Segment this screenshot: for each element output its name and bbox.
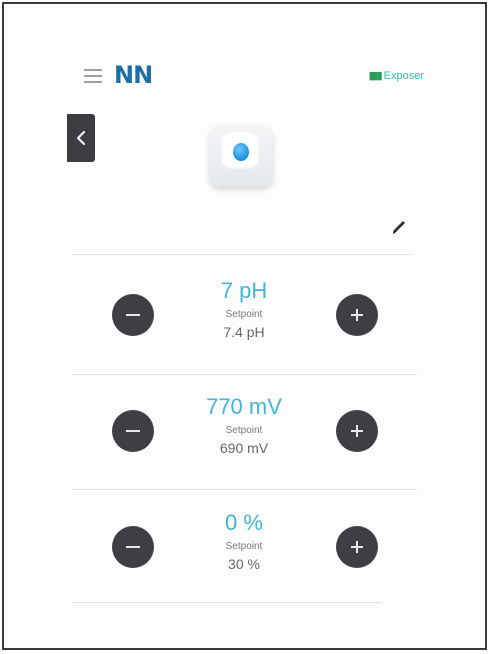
top-bar: NN ▮▮▮ Exposer xyxy=(84,61,424,92)
signal-icon: ▮▮▮ xyxy=(368,70,382,82)
setpoint-label: Setpoint xyxy=(225,541,263,552)
reading-row-ph: 7 pH Setpoint 7.4 pH xyxy=(99,260,389,375)
chevron-left-icon xyxy=(77,131,85,145)
reading-row-percent: 0 % Setpoint 30 % xyxy=(99,492,389,607)
increase-percent-button[interactable] xyxy=(336,526,378,568)
status-text: Exposer xyxy=(383,69,424,82)
back-button[interactable] xyxy=(67,114,95,162)
increase-ph-button[interactable] xyxy=(336,294,378,336)
plus-icon xyxy=(351,309,363,321)
brand-logo: NN xyxy=(114,61,153,89)
decrease-ph-button[interactable] xyxy=(112,294,154,336)
divider xyxy=(72,254,412,255)
setpoint-label: Setpoint xyxy=(225,309,263,320)
percent-reading: 0 % xyxy=(225,510,263,535)
divider xyxy=(72,489,417,490)
connection-status: ▮▮▮ Exposer xyxy=(368,69,424,83)
orp-reading: 770 mV xyxy=(206,394,282,419)
decrease-percent-button[interactable] xyxy=(112,526,154,568)
percent-setpoint-value: 30 % xyxy=(228,556,260,572)
increase-orp-button[interactable] xyxy=(336,410,378,452)
setpoint-label: Setpoint xyxy=(225,425,263,436)
app-frame: NN ▮▮▮ Exposer 7 pH Setpoint 7.4 pH 770 … xyxy=(2,2,487,650)
ph-reading: 7 pH xyxy=(220,278,268,303)
plus-icon xyxy=(351,425,363,437)
reading-row-orp: 770 mV Setpoint 690 mV xyxy=(99,376,389,491)
pencil-icon[interactable] xyxy=(389,217,409,237)
divider xyxy=(72,374,417,375)
plus-icon xyxy=(351,541,363,553)
device-image xyxy=(207,121,275,193)
minus-icon xyxy=(126,430,140,432)
minus-icon xyxy=(126,546,140,548)
minus-icon xyxy=(126,314,140,316)
menu-icon[interactable] xyxy=(84,69,102,83)
decrease-orp-button[interactable] xyxy=(112,410,154,452)
orp-setpoint-value: 690 mV xyxy=(219,440,269,456)
divider xyxy=(72,602,382,603)
ph-setpoint-value: 7.4 pH xyxy=(223,324,265,340)
